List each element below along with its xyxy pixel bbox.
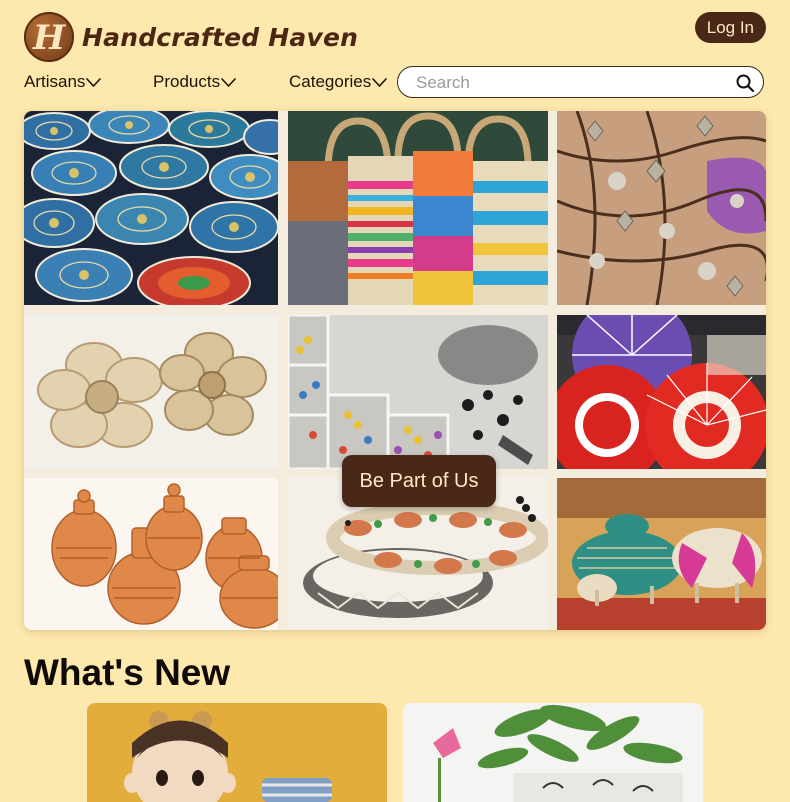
potted-plants-image: [403, 703, 703, 802]
nav-item-label: Categories: [289, 72, 372, 91]
tile-beads-tools[interactable]: [288, 315, 548, 469]
site-name: Handcrafted Haven: [82, 22, 359, 52]
main-nav: Artisans Products Categories: [0, 66, 790, 100]
crochet-flowers-image: [24, 315, 278, 469]
tile-woven-bags[interactable]: [288, 111, 548, 305]
tile-parasols[interactable]: [557, 315, 766, 469]
nav-item-artisans[interactable]: Artisans: [24, 72, 102, 92]
parasols-image: [557, 315, 766, 469]
hero-mosaic: Be Part of Us: [24, 111, 766, 630]
logo-letter: H: [32, 18, 66, 58]
new-product-card-doll[interactable]: [87, 703, 387, 802]
nav-item-products[interactable]: Products: [153, 72, 236, 92]
new-product-card-plants[interactable]: [403, 703, 703, 802]
tile-crochet-flowers[interactable]: [24, 315, 278, 469]
search-icon[interactable]: [735, 73, 755, 93]
tile-ceramic-plates[interactable]: [24, 111, 278, 305]
nav-item-label: Artisans: [24, 72, 86, 91]
be-part-of-us-button[interactable]: Be Part of Us: [342, 455, 496, 507]
beads-tools-image: [288, 315, 548, 469]
site-header: H Handcrafted Haven Log In Artisans Prod…: [0, 0, 790, 110]
ceramic-plates-image: [24, 111, 278, 305]
tile-flower-jewelry[interactable]: [557, 111, 766, 305]
tile-terracotta-pottery[interactable]: [24, 478, 278, 630]
login-button[interactable]: Log In: [694, 12, 766, 43]
whats-new-title: What's New: [24, 652, 231, 693]
plush-doll-image: [87, 703, 387, 802]
site-logo[interactable]: H Handcrafted Haven: [24, 12, 358, 62]
nav-item-categories[interactable]: Categories: [289, 72, 388, 92]
search-input[interactable]: [414, 67, 718, 99]
terracotta-pottery-image: [24, 478, 278, 630]
chevron-down-icon: [372, 77, 388, 87]
search-bar: [397, 66, 764, 99]
chevron-down-icon: [221, 77, 236, 87]
woven-bags-image: [288, 111, 548, 305]
nav-item-label: Products: [153, 72, 221, 91]
flower-jewelry-image: [557, 111, 766, 305]
woven-animals-image: [557, 478, 766, 630]
chevron-down-icon: [86, 77, 102, 87]
tile-woven-animals[interactable]: [557, 478, 766, 630]
logo-badge-icon: H: [24, 12, 74, 62]
